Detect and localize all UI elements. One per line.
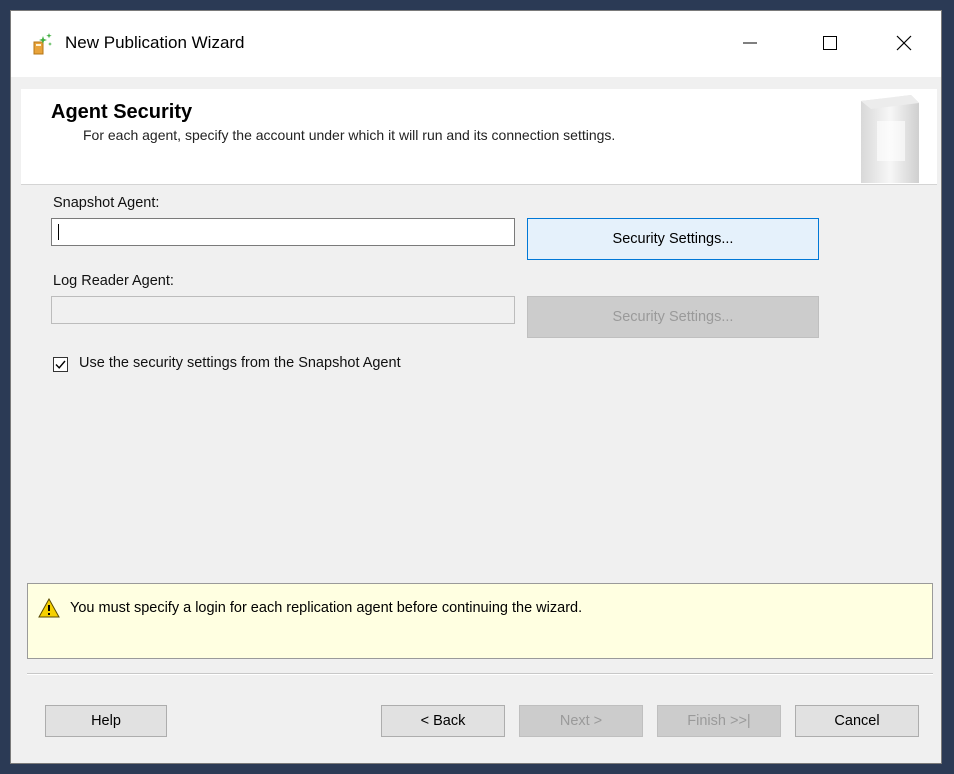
log-reader-security-settings-label: Security Settings... <box>612 309 734 325</box>
publication-wizard-icon <box>31 32 55 56</box>
finish-button[interactable]: Finish >>| <box>657 705 781 737</box>
page-header: Agent Security For each agent, specify t… <box>21 89 937 185</box>
minimize-icon <box>743 42 757 44</box>
text-caret <box>58 224 59 240</box>
warning-panel: You must specify a login for each replic… <box>27 583 933 659</box>
close-icon <box>896 35 912 51</box>
snapshot-security-settings-label: Security Settings... <box>612 231 734 247</box>
back-button[interactable]: < Back <box>381 705 505 737</box>
back-button-label: < Back <box>420 713 466 729</box>
finish-button-label: Finish >>| <box>687 713 751 729</box>
wizard-banner-art <box>861 95 919 183</box>
minimize-button[interactable] <box>727 25 773 61</box>
use-snapshot-settings-label[interactable]: Use the security settings from the Snaps… <box>79 355 401 371</box>
help-button-label: Help <box>91 713 121 729</box>
checkmark-icon <box>55 360 66 369</box>
snapshot-agent-label: Snapshot Agent: <box>53 195 160 211</box>
page-title: Agent Security <box>51 101 193 123</box>
wizard-window: New Publication Wizard Agent Security Fo… <box>10 10 942 764</box>
log-reader-agent-label: Log Reader Agent: <box>53 273 174 289</box>
snapshot-agent-field[interactable] <box>51 218 515 246</box>
maximize-button[interactable] <box>807 25 853 61</box>
warning-message: You must specify a login for each replic… <box>70 600 583 616</box>
footer-divider <box>27 673 933 675</box>
page-subtitle: For each agent, specify the account unde… <box>83 127 616 143</box>
window-title: New Publication Wizard <box>65 33 245 52</box>
help-button[interactable]: Help <box>45 705 167 737</box>
next-button[interactable]: Next > <box>519 705 643 737</box>
cancel-button-label: Cancel <box>834 713 880 729</box>
log-reader-security-settings-button[interactable]: Security Settings... <box>527 296 819 338</box>
close-button[interactable] <box>881 25 927 61</box>
cancel-button[interactable]: Cancel <box>795 705 919 737</box>
warning-icon <box>38 598 60 618</box>
maximize-icon <box>823 36 837 50</box>
next-button-label: Next > <box>559 713 603 729</box>
snapshot-security-settings-button[interactable]: Security Settings... <box>527 218 819 260</box>
use-snapshot-settings-checkbox[interactable] <box>53 357 68 372</box>
log-reader-agent-field[interactable] <box>51 296 515 324</box>
title-bar[interactable]: New Publication Wizard <box>11 11 941 77</box>
